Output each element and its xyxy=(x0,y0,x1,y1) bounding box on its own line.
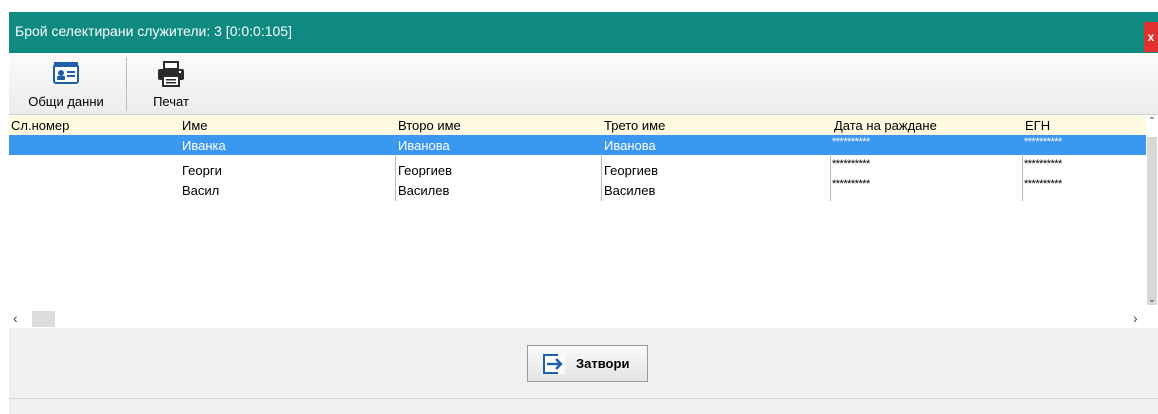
col-third-name[interactable]: Трето име xyxy=(604,118,665,133)
toolbar-separator xyxy=(126,57,127,111)
scroll-up-icon[interactable]: ⌃ xyxy=(1147,116,1157,127)
status-strip xyxy=(9,399,1158,414)
column-divider xyxy=(1022,154,1023,201)
id-card-icon xyxy=(52,61,80,88)
row-first-name: Васил xyxy=(182,183,220,198)
row-egn: ********** xyxy=(1024,136,1062,148)
printer-icon xyxy=(156,61,186,90)
close-dialog-button[interactable]: Затвори xyxy=(527,345,648,382)
col-first-name[interactable]: Име xyxy=(182,118,208,133)
row-second-name: Георгиев xyxy=(398,163,452,178)
row-birth-date: ********** xyxy=(832,178,870,190)
col-second-name[interactable]: Второ име xyxy=(398,118,461,133)
exit-arrow-icon xyxy=(543,354,565,377)
row-second-name: Иванова xyxy=(398,138,450,153)
col-number[interactable]: Сл.номер xyxy=(11,118,69,133)
column-divider xyxy=(395,154,396,201)
toolbar: Общи данни Печат xyxy=(9,53,1158,115)
vertical-scroll-thumb[interactable] xyxy=(1147,137,1157,305)
grid-header: Сл.номер Име Второ име Трето име Дата на… xyxy=(9,116,1146,135)
row-birth-date: ********** xyxy=(832,136,870,148)
col-egn[interactable]: ЕГН xyxy=(1025,118,1050,133)
row-third-name: Василев xyxy=(604,183,656,198)
row-birth-date: ********** xyxy=(832,158,870,170)
column-divider xyxy=(830,154,831,201)
row-first-name: Георги xyxy=(182,163,222,178)
print-button[interactable]: Печат xyxy=(141,57,201,111)
title-bar: Брой селектирани служители: 3 [0:0:0:105… xyxy=(9,12,1158,53)
row-egn: ********** xyxy=(1024,178,1062,190)
general-data-label: Общи данни xyxy=(28,94,104,109)
row-third-name: Иванова xyxy=(604,138,656,153)
scroll-down-icon[interactable]: ⌄ xyxy=(1147,294,1157,305)
table-row[interactable]: Георги Георгиев Георгиев ********** ****… xyxy=(9,157,1146,178)
column-divider xyxy=(601,154,602,201)
scroll-right-icon[interactable]: › xyxy=(1133,310,1138,326)
row-egn: ********** xyxy=(1024,158,1062,170)
general-data-button[interactable]: Общи данни xyxy=(11,57,121,111)
scroll-left-icon[interactable]: ‹ xyxy=(13,310,18,326)
employees-grid[interactable]: Сл.номер Име Второ име Трето име Дата на… xyxy=(9,116,1146,310)
print-label: Печат xyxy=(153,94,189,109)
row-third-name: Георгиев xyxy=(604,163,658,178)
vertical-scrollbar[interactable]: ⌃ ⌄ xyxy=(1146,116,1158,310)
horizontal-scroll-thumb[interactable] xyxy=(32,311,55,327)
col-birth-date[interactable]: Дата на раждане xyxy=(834,118,937,133)
row-second-name: Василев xyxy=(398,183,450,198)
window-close-button[interactable]: x xyxy=(1144,22,1158,52)
table-row[interactable]: Васил Василев Василев ********** *******… xyxy=(9,177,1146,198)
window-title: Брой селектирани служители: 3 [0:0:0:105… xyxy=(15,23,292,39)
close-dialog-label: Затвори xyxy=(576,356,630,371)
table-row[interactable]: Иванка Иванова Иванова ********** ******… xyxy=(9,135,1146,155)
horizontal-scrollbar[interactable]: ‹ › xyxy=(9,310,1146,328)
row-first-name: Иванка xyxy=(182,138,226,153)
